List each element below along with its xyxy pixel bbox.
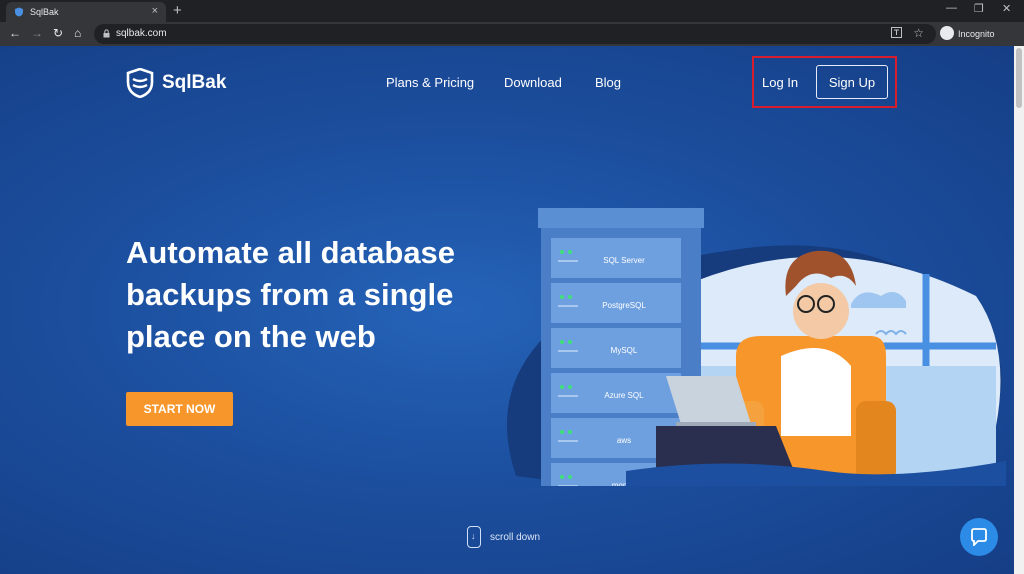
home-icon[interactable]: ⌂ [74, 26, 81, 40]
url-text: sqlbak.com [116, 28, 167, 39]
minimize-icon[interactable]: — [946, 2, 957, 14]
hero-headline: Automate all database backups from a sin… [126, 235, 456, 354]
highlight-annotation-box [752, 56, 897, 108]
sqlbak-favicon-icon [15, 7, 23, 17]
db-label: aws [617, 436, 631, 445]
incognito-label: Incognito [958, 29, 995, 39]
rack-slot [558, 260, 578, 262]
translate-icon[interactable] [891, 27, 902, 38]
tab-title: SqlBak [30, 7, 59, 17]
nav-download[interactable]: Download [504, 75, 562, 90]
scrollbar-thumb[interactable] [1016, 48, 1022, 108]
scroll-down-label: scroll down [490, 531, 541, 543]
forward-icon[interactable]: → [31, 26, 43, 40]
rack-led [560, 295, 564, 299]
rack-led [560, 430, 564, 434]
reload-icon[interactable]: ↻ [53, 26, 63, 40]
browser-tab[interactable]: SqlBak × [6, 2, 166, 22]
nav-blog[interactable]: Blog [595, 75, 621, 90]
tab-close-icon[interactable]: × [152, 5, 158, 17]
rack-slot [558, 305, 578, 307]
lock-icon [103, 29, 110, 38]
db-label: SQL Server [603, 256, 645, 265]
rack-led [568, 340, 572, 344]
rack-led [560, 475, 564, 479]
restore-icon[interactable]: ❐ [974, 2, 984, 15]
rack-slot [558, 440, 578, 442]
db-label: Azure SQL [604, 391, 644, 400]
rack-slot [558, 350, 578, 352]
sqlbak-logo-icon [126, 68, 154, 98]
bookmark-star-icon[interactable]: ☆ [913, 26, 924, 40]
rack-led [568, 385, 572, 389]
chat-button[interactable] [960, 518, 998, 556]
close-window-icon[interactable]: ✕ [1002, 2, 1011, 15]
rack-led [568, 475, 572, 479]
page-scrollbar[interactable] [1014, 46, 1024, 574]
rack-led [568, 430, 572, 434]
rack-slot [558, 395, 578, 397]
browser-toolbar: ← → ↻ ⌂ sqlbak.com ☆ ⋮ [0, 22, 1024, 62]
scroll-arrow-glyph: ↓ [471, 531, 476, 541]
rack-led [568, 250, 572, 254]
rack-led [560, 385, 564, 389]
rack-led [560, 340, 564, 344]
rack-slot [558, 485, 578, 486]
incognito-icon[interactable] [940, 26, 954, 40]
address-bar[interactable]: sqlbak.com ☆ [94, 24, 936, 44]
db-label: MySQL [611, 346, 638, 355]
browser-tab-bar: SqlBak × + — ❐ ✕ [0, 0, 1024, 22]
scroll-down-hint[interactable]: ↓ scroll down [467, 526, 540, 548]
scroll-arrow-icon: ↓ [467, 526, 481, 548]
hero-illustration: SQL ServerPostgreSQLMySQLAzure SQLawsmon… [507, 208, 1006, 486]
back-icon[interactable]: ← [9, 26, 21, 40]
rack-led [560, 250, 564, 254]
brand-name: SqlBak [162, 72, 227, 93]
laptop [666, 376, 751, 424]
site-logo[interactable]: SqlBak [126, 68, 226, 98]
page-viewport: SqlBak Plans & Pricing Download Blog Log… [0, 46, 1014, 574]
person-shirt [781, 348, 851, 436]
rack-led [568, 295, 572, 299]
chat-bubble-icon [971, 528, 987, 546]
db-label: PostgreSQL [602, 301, 646, 310]
nav-plans-pricing[interactable]: Plans & Pricing [386, 75, 474, 90]
start-now-button[interactable]: START NOW [126, 392, 233, 426]
new-tab-icon[interactable]: + [173, 2, 182, 19]
